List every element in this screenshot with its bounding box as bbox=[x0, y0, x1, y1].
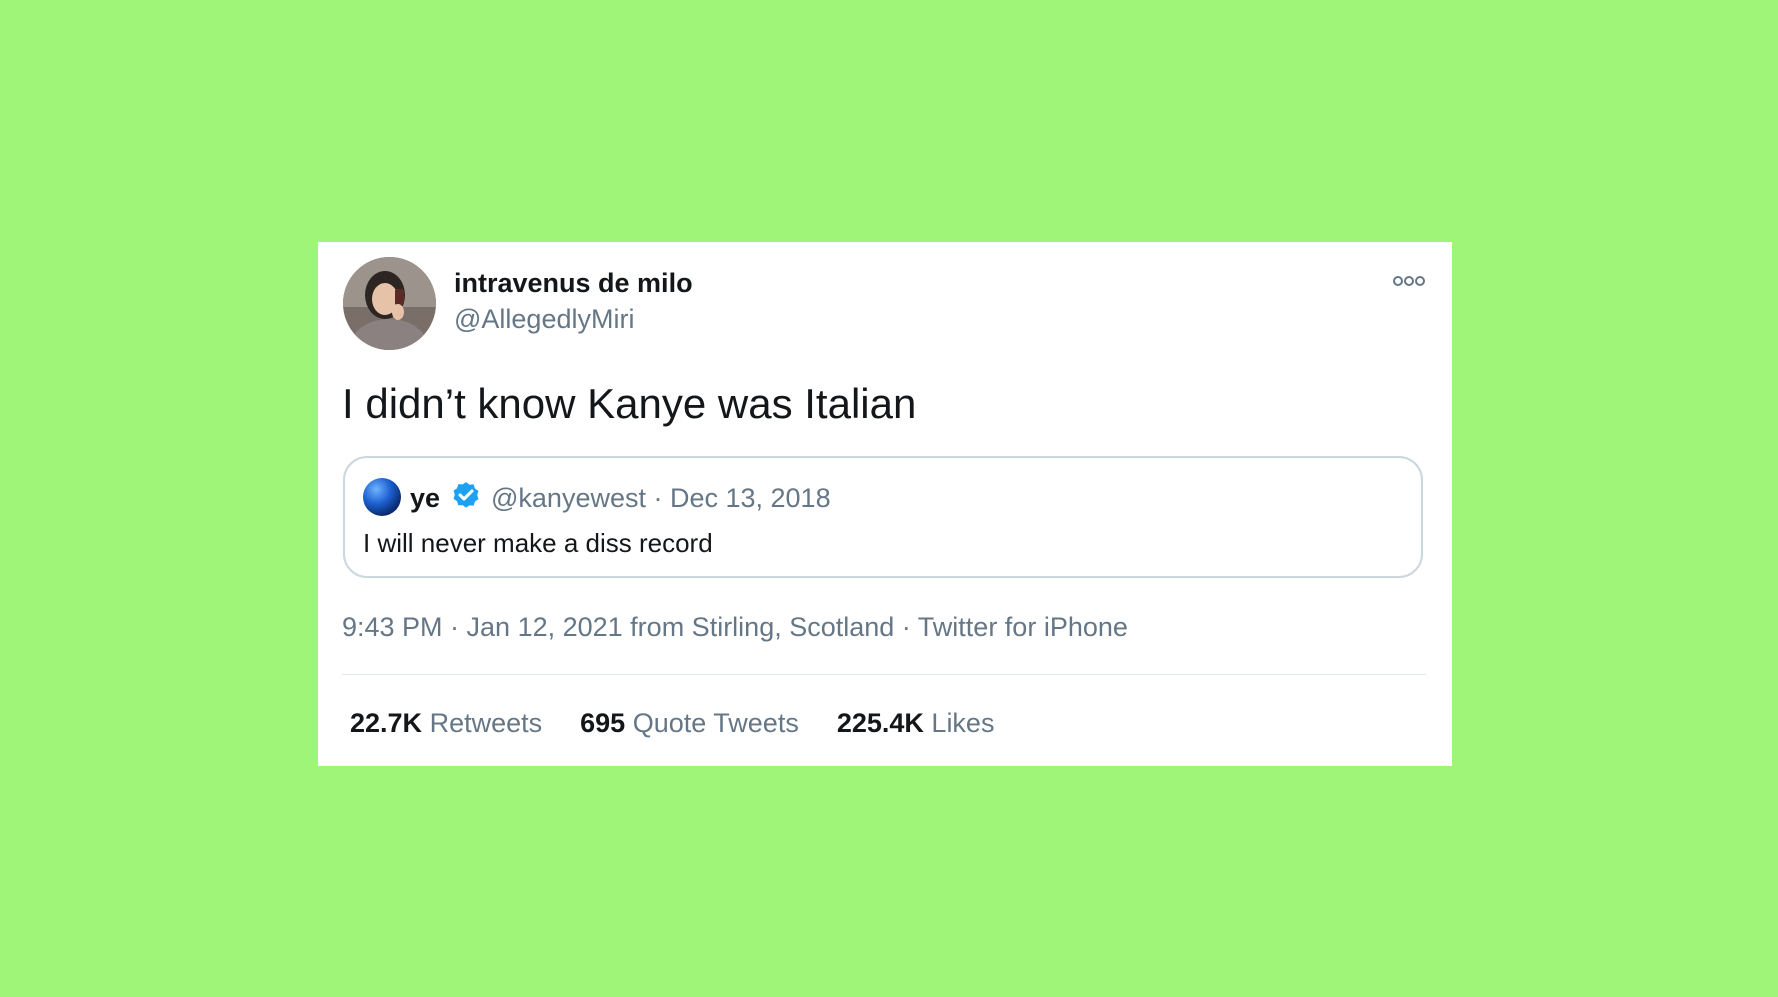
quoted-tweet-card[interactable]: ye @kanyewest · Dec 13, 2018 I will neve… bbox=[343, 456, 1423, 578]
likes-label: Likes bbox=[931, 708, 995, 738]
user-handle[interactable]: @AllegedlyMiri bbox=[454, 304, 634, 335]
user-avatar[interactable] bbox=[343, 257, 436, 350]
quoted-user-name[interactable]: ye bbox=[410, 483, 440, 514]
quote-tweets-stat[interactable]: 695 Quote Tweets bbox=[580, 708, 799, 739]
retweets-count: 22.7K bbox=[350, 708, 423, 738]
likes-stat[interactable]: 225.4K Likes bbox=[837, 708, 995, 739]
quoted-user-avatar[interactable] bbox=[363, 478, 401, 516]
tweet-timestamp[interactable]: 9:43 PM · Jan 12, 2021 from Stirling, Sc… bbox=[342, 612, 1128, 643]
retweets-stat[interactable]: 22.7K Retweets bbox=[350, 708, 542, 739]
quoted-tweet-meta[interactable]: @kanyewest · Dec 13, 2018 bbox=[491, 483, 831, 514]
tweet-stats: 22.7K Retweets 695 Quote Tweets 225.4K L… bbox=[350, 708, 1032, 739]
verified-badge-icon bbox=[449, 480, 483, 514]
more-dots-icon[interactable] bbox=[1392, 274, 1426, 288]
quote-tweets-label: Quote Tweets bbox=[632, 708, 799, 738]
tweet-card: intravenus de milo @AllegedlyMiri I didn… bbox=[318, 242, 1452, 766]
quoted-tweet-text: I will never make a diss record bbox=[363, 528, 713, 558]
avatar-image bbox=[343, 257, 436, 350]
likes-count: 225.4K bbox=[836, 708, 924, 738]
tweet-text: I didn’t know Kanye was Italian bbox=[342, 380, 917, 427]
retweets-label: Retweets bbox=[429, 708, 543, 738]
divider bbox=[342, 674, 1426, 675]
display-name[interactable]: intravenus de milo bbox=[454, 268, 693, 299]
quote-tweets-count: 695 bbox=[580, 708, 626, 738]
